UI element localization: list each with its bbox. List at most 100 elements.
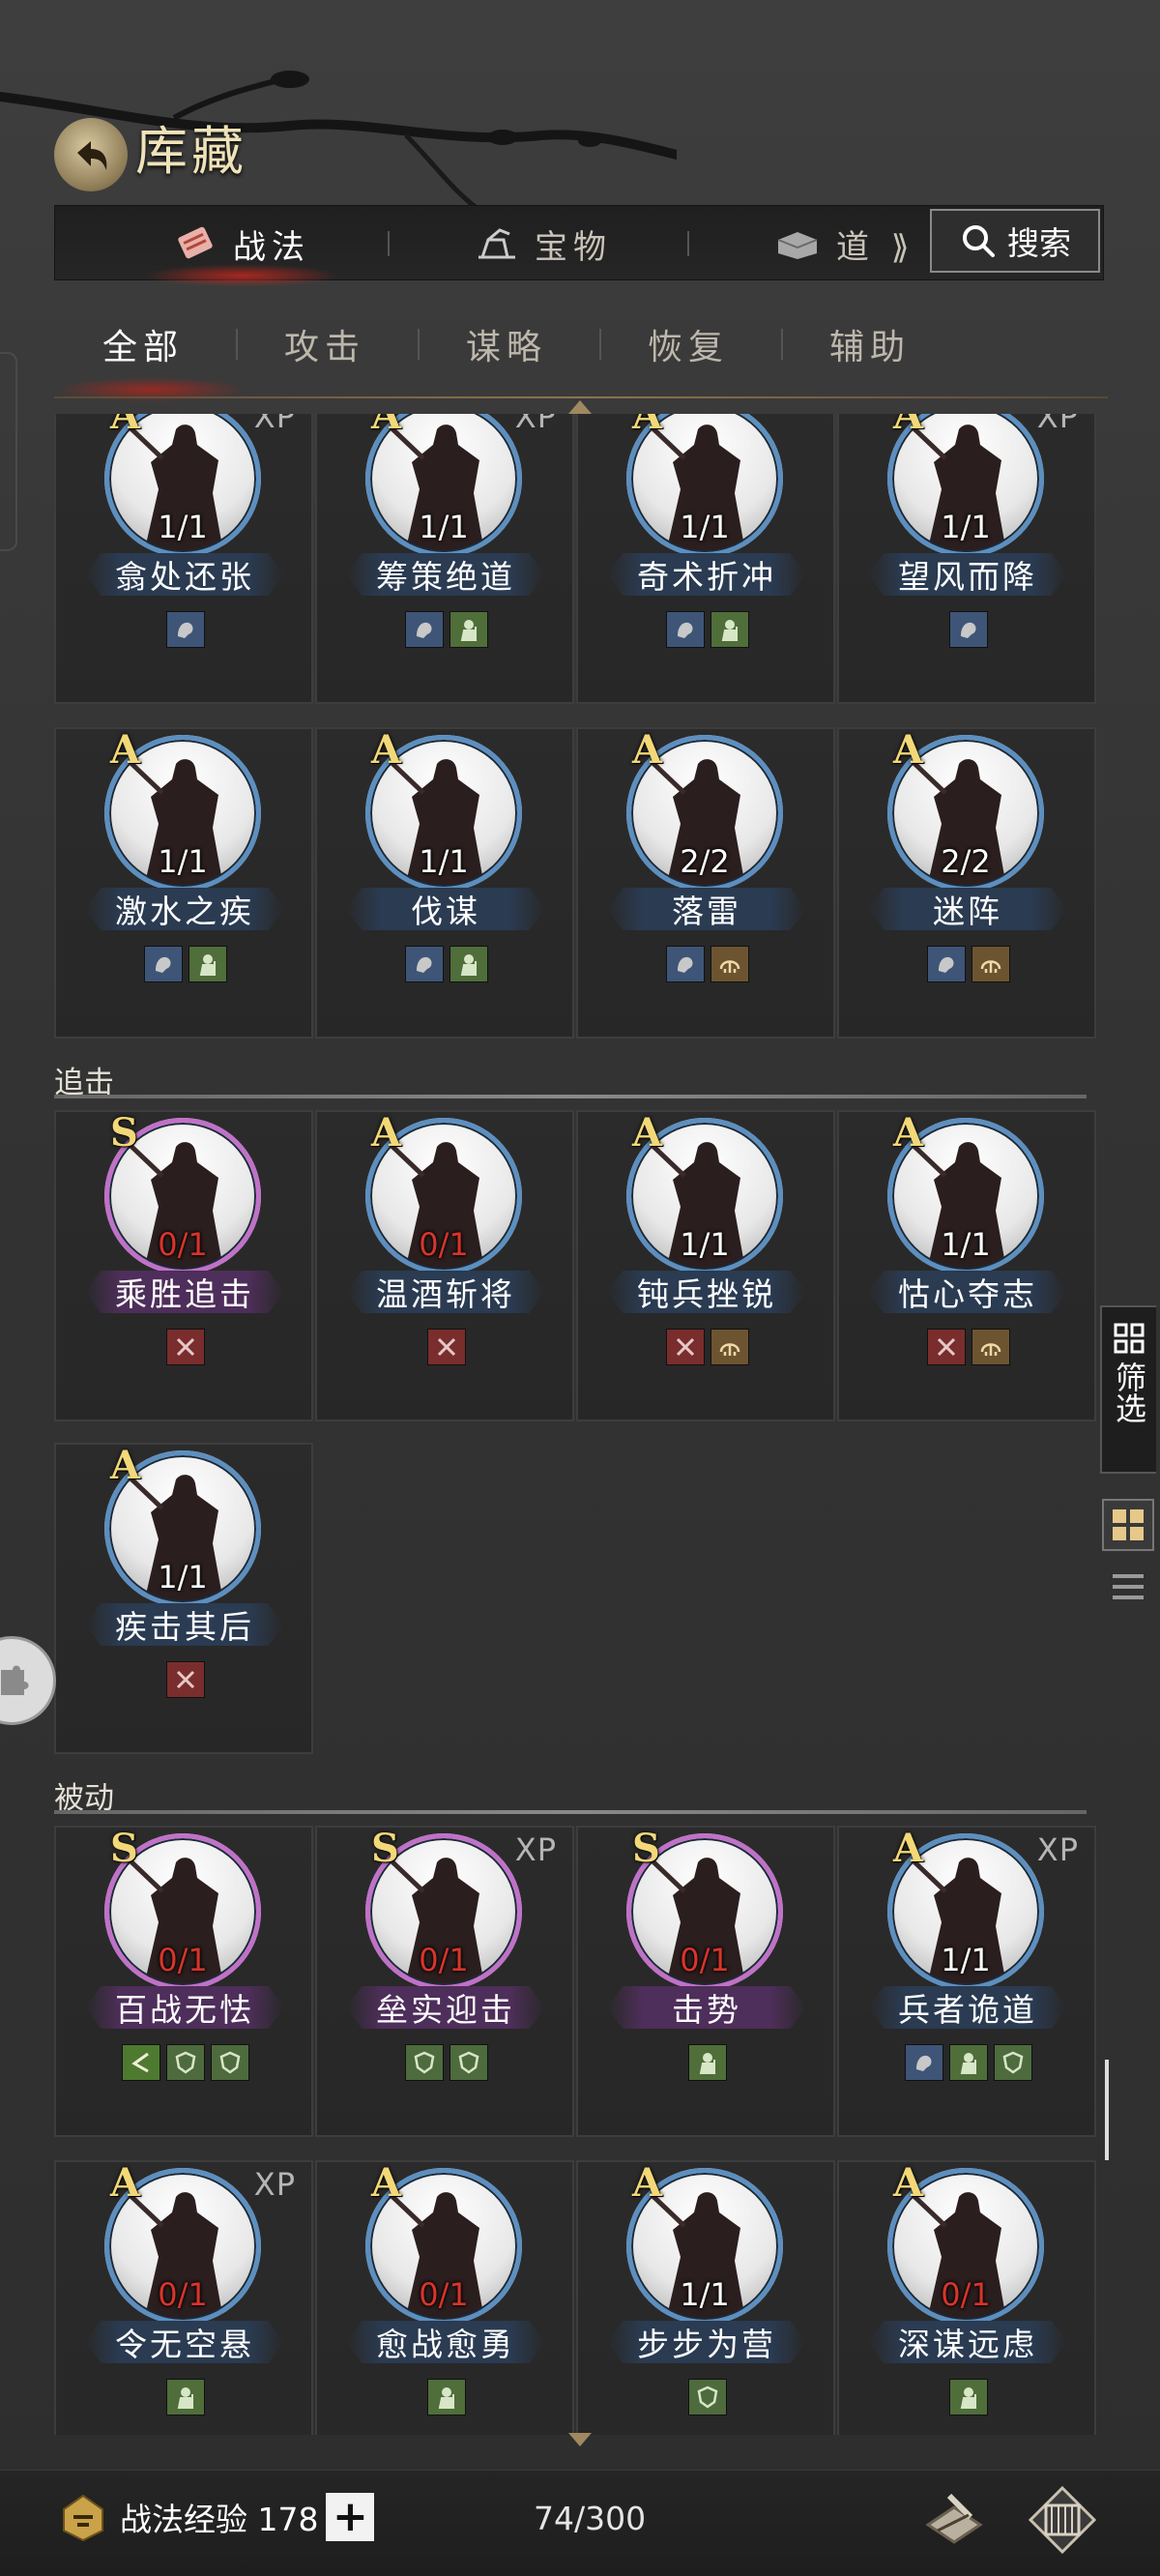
tab-items[interactable]: 道 ⟫: [774, 206, 915, 281]
tactic-grade: A: [371, 414, 402, 438]
tactic-tags: [578, 611, 837, 648]
tactic-grade: S: [632, 1826, 660, 1871]
subtab-strategy[interactable]: 谋略: [466, 319, 547, 369]
tab-divider: [687, 231, 689, 256]
tactic-grade: A: [893, 1826, 924, 1871]
subtab-support[interactable]: 辅助: [829, 319, 911, 369]
tactic-card[interactable]: S 0/1 百战无怯: [54, 1826, 313, 2137]
tab-treasure-label: 宝物: [535, 227, 612, 267]
tactic-card[interactable]: A XP 1/1 兵者诡道: [837, 1826, 1096, 2137]
list-view-toggle[interactable]: [1102, 1561, 1154, 1613]
tactic-card[interactable]: A 1/1 步步为营: [576, 2160, 835, 2435]
tactic-card[interactable]: S 0/1 乘胜追击: [54, 1110, 313, 1421]
tactic-card[interactable]: A 1/1 伐谋: [315, 727, 574, 1039]
xp-badge: XP: [253, 2166, 296, 2203]
tactic-tags: [317, 1329, 576, 1365]
tactic-card[interactable]: A 0/1 愈战愈勇: [315, 2160, 574, 2435]
item-chest-icon: [777, 232, 818, 259]
tactic-tags: [56, 1329, 315, 1365]
subtab-all[interactable]: 全部: [102, 319, 184, 369]
tactic-name: 筹策绝道: [346, 553, 545, 596]
tactic-name: 疾击其后: [85, 1603, 284, 1646]
tactic-count: 1/1: [158, 843, 208, 880]
tab-tactics-label: 战法: [233, 227, 310, 267]
tactic-tags: [56, 2044, 315, 2081]
tactic-name: 激水之疾: [85, 888, 284, 930]
tactic-count: 0/1: [419, 2276, 469, 2313]
floating-helper-button[interactable]: [0, 1636, 56, 1725]
subtab-attack[interactable]: 攻击: [284, 319, 365, 369]
tactic-name: 愈战愈勇: [346, 2321, 545, 2363]
tactic-count: 1/1: [419, 509, 469, 545]
back-button[interactable]: [54, 118, 128, 191]
tactic-name: 奇术折冲: [607, 553, 806, 596]
tactic-card[interactable]: A 1/1 激水之疾: [54, 727, 313, 1039]
tab-tactics[interactable]: 战法: [144, 206, 339, 287]
xp-badge: XP: [1036, 1831, 1079, 1868]
xp-badge: XP: [514, 414, 557, 435]
tactic-count: 0/1: [158, 1942, 208, 1978]
search-button[interactable]: 搜索: [930, 209, 1100, 273]
tactic-count: 0/1: [158, 1226, 208, 1263]
tactic-tags: [317, 946, 576, 982]
wit-tag-icon: [710, 611, 749, 648]
strat-tag-icon: [405, 946, 444, 982]
atk-tag-icon: [166, 1661, 205, 1698]
tactic-name: 步步为营: [607, 2321, 806, 2363]
tactic-card[interactable]: A 2/2 落雷: [576, 727, 835, 1039]
filter-button[interactable]: 筛选: [1100, 1305, 1156, 1474]
tactic-scroll-list-icon[interactable]: [1027, 2484, 1098, 2556]
tactic-transfer-icon[interactable]: [920, 2486, 988, 2554]
tactic-card[interactable]: A 1/1 奇术折冲: [576, 414, 835, 704]
tactic-card[interactable]: A XP 0/1 令无空悬: [54, 2160, 313, 2435]
grid-view-icon: [1113, 1509, 1144, 1540]
tactic-name: 乘胜追击: [85, 1271, 284, 1313]
tactic-count: 2/2: [941, 843, 991, 880]
xp-badge: XP: [514, 1831, 557, 1868]
tactic-card[interactable]: A XP 1/1 望风而降: [837, 414, 1096, 704]
tab-treasure[interactable]: 宝物: [475, 206, 612, 281]
tactic-tags: [56, 946, 315, 982]
tactic-count: 1/1: [941, 509, 991, 545]
subtab-recovery[interactable]: 恢复: [648, 319, 729, 369]
def-tag-icon: [688, 2379, 727, 2415]
strat-tag-icon: [666, 946, 705, 982]
tactic-card[interactable]: A 0/1 深谋远虑: [837, 2160, 1096, 2435]
tactic-tags: [839, 1329, 1098, 1365]
tactic-tags: [56, 1661, 315, 1698]
tactic-grade: A: [893, 727, 924, 773]
tactic-count: 0/1: [419, 1942, 469, 1978]
tab-divider: [388, 231, 390, 256]
add-exp-button[interactable]: +: [326, 2493, 375, 2541]
grid-view-toggle[interactable]: [1102, 1499, 1154, 1551]
tactic-card[interactable]: A 2/2 迷阵: [837, 727, 1096, 1039]
tactic-tags: [317, 2379, 576, 2415]
tactic-card[interactable]: A 1/1 疾击其后: [54, 1443, 313, 1754]
tactic-count: 2/2: [680, 843, 730, 880]
scrollbar[interactable]: [1105, 2060, 1109, 2160]
tactic-grade: S: [371, 1826, 399, 1871]
tactic-exp: 战法经验 178 +: [54, 2488, 375, 2546]
subtab-divider: [781, 329, 783, 360]
tactic-tags: [578, 2044, 837, 2081]
strat-tag-icon: [905, 2044, 943, 2081]
ctl-tag-icon: [972, 946, 1010, 982]
tactic-card[interactable]: A 1/1 怙心夺志: [837, 1110, 1096, 1421]
strat-tag-icon: [666, 611, 705, 648]
tactic-grade: A: [110, 727, 141, 773]
tactic-card[interactable]: S XP 0/1 垒实迎击: [315, 1826, 574, 2137]
tactic-card[interactable]: A 0/1 温酒斩将: [315, 1110, 574, 1421]
tactic-name: 温酒斩将: [346, 1271, 545, 1313]
tactic-card[interactable]: A XP 1/1 翕处还张: [54, 414, 313, 704]
tactic-name: 击势: [607, 1986, 806, 2029]
tactic-card[interactable]: A XP 1/1 筹策绝道: [315, 414, 574, 704]
tactic-name: 垒实迎击: [346, 1986, 545, 2029]
side-drawer-handle[interactable]: [0, 352, 17, 551]
tactic-count: 1/1: [941, 1942, 991, 1978]
tactic-grade: A: [110, 1443, 141, 1488]
tactic-card[interactable]: A 1/1 钝兵挫锐: [576, 1110, 835, 1421]
tactic-tags: [578, 1329, 837, 1365]
filter-label: 筛选: [1111, 1361, 1147, 1423]
strat-tag-icon: [166, 611, 205, 648]
tactic-card[interactable]: S 0/1 击势: [576, 1826, 835, 2137]
